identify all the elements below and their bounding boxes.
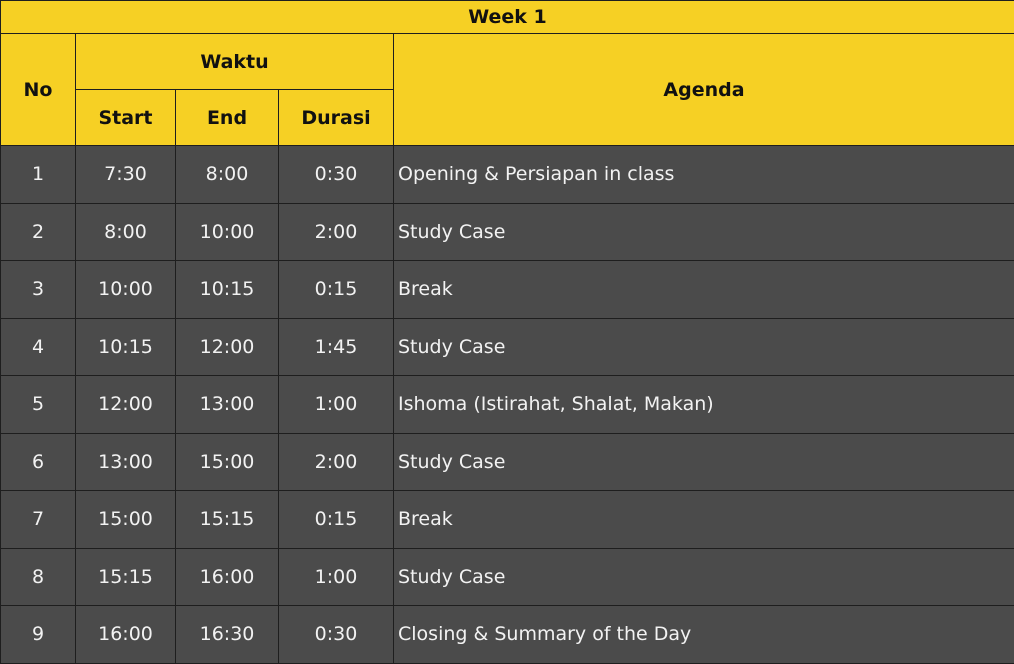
cell-no: 7	[1, 491, 76, 549]
table-row: 6 13:00 15:00 2:00 Study Case	[1, 433, 1014, 491]
cell-no: 2	[1, 203, 76, 261]
cell-durasi: 2:00	[279, 433, 394, 491]
cell-no: 3	[1, 261, 76, 319]
cell-end: 16:00	[176, 548, 279, 606]
cell-no: 6	[1, 433, 76, 491]
cell-end: 8:00	[176, 146, 279, 204]
cell-start: 7:30	[76, 146, 176, 204]
cell-end: 15:00	[176, 433, 279, 491]
table-row: 3 10:00 10:15 0:15 Break	[1, 261, 1014, 319]
cell-agenda: Study Case	[394, 318, 1014, 376]
cell-agenda: Opening & Persiapan in class	[394, 146, 1014, 204]
header-no: No	[1, 34, 76, 146]
cell-agenda: Closing & Summary of the Day	[394, 606, 1014, 664]
cell-agenda: Break	[394, 261, 1014, 319]
cell-agenda: Study Case	[394, 433, 1014, 491]
cell-no: 1	[1, 146, 76, 204]
cell-no: 5	[1, 376, 76, 434]
cell-agenda: Break	[394, 491, 1014, 549]
cell-start: 10:00	[76, 261, 176, 319]
table-row: 5 12:00 13:00 1:00 Ishoma (Istirahat, Sh…	[1, 376, 1014, 434]
cell-no: 9	[1, 606, 76, 664]
cell-durasi: 0:15	[279, 261, 394, 319]
cell-durasi: 1:45	[279, 318, 394, 376]
cell-end: 10:15	[176, 261, 279, 319]
cell-durasi: 1:00	[279, 548, 394, 606]
table-row: 1 7:30 8:00 0:30 Opening & Persiapan in …	[1, 146, 1014, 204]
header-durasi: Durasi	[279, 90, 394, 146]
cell-start: 15:00	[76, 491, 176, 549]
cell-no: 8	[1, 548, 76, 606]
cell-agenda: Ishoma (Istirahat, Shalat, Makan)	[394, 376, 1014, 434]
header-row-top: No Waktu Agenda	[1, 34, 1014, 90]
cell-end: 13:00	[176, 376, 279, 434]
table-row: 7 15:00 15:15 0:15 Break	[1, 491, 1014, 549]
cell-no: 4	[1, 318, 76, 376]
header-start: Start	[76, 90, 176, 146]
header-waktu: Waktu	[76, 34, 394, 90]
cell-durasi: 2:00	[279, 203, 394, 261]
table-row: 8 15:15 16:00 1:00 Study Case	[1, 548, 1014, 606]
cell-end: 16:30	[176, 606, 279, 664]
cell-durasi: 0:15	[279, 491, 394, 549]
week-title: Week 1	[1, 1, 1014, 34]
table-row: 9 16:00 16:30 0:30 Closing & Summary of …	[1, 606, 1014, 664]
cell-start: 13:00	[76, 433, 176, 491]
cell-start: 10:15	[76, 318, 176, 376]
week-title-row: Week 1	[1, 1, 1014, 34]
cell-end: 12:00	[176, 318, 279, 376]
cell-agenda: Study Case	[394, 203, 1014, 261]
cell-durasi: 1:00	[279, 376, 394, 434]
cell-end: 10:00	[176, 203, 279, 261]
cell-durasi: 0:30	[279, 146, 394, 204]
cell-agenda: Study Case	[394, 548, 1014, 606]
table-row: 2 8:00 10:00 2:00 Study Case	[1, 203, 1014, 261]
cell-end: 15:15	[176, 491, 279, 549]
cell-start: 8:00	[76, 203, 176, 261]
header-agenda: Agenda	[394, 34, 1014, 146]
table-row: 4 10:15 12:00 1:45 Study Case	[1, 318, 1014, 376]
header-end: End	[176, 90, 279, 146]
cell-start: 16:00	[76, 606, 176, 664]
schedule-table: Week 1 No Waktu Agenda Start End Durasi …	[0, 0, 1014, 664]
cell-durasi: 0:30	[279, 606, 394, 664]
cell-start: 15:15	[76, 548, 176, 606]
cell-start: 12:00	[76, 376, 176, 434]
